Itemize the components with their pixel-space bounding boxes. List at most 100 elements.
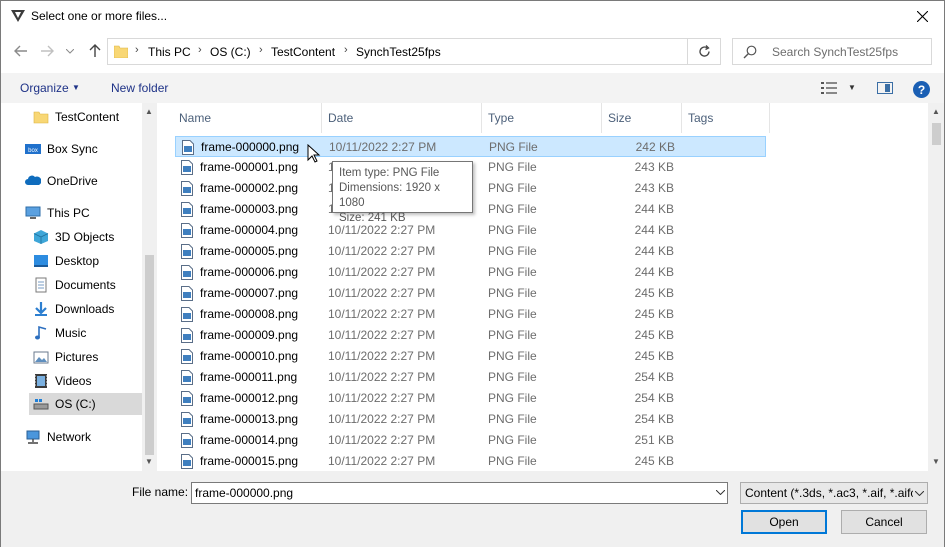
file-row[interactable]: frame-000004.png 10/11/2022 2:27 PM PNG Fi… — [175, 220, 766, 241]
column-header-type[interactable]: Type — [482, 103, 602, 133]
nav-item-label: Pictures — [55, 350, 99, 364]
file-row[interactable]: frame-000008.png 10/11/2022 2:27 PM PNG Fi… — [175, 304, 766, 325]
file-row[interactable]: frame-000006.png 10/11/2022 2:27 PM PNG Fi… — [175, 262, 766, 283]
address-bar[interactable]: › This PC › OS (C:) › TestContent › Sync… — [107, 38, 782, 65]
nav-item-3d-objects[interactable]: 3D Objects — [33, 226, 114, 248]
file-row[interactable]: frame-000007.png 10/11/2022 2:27 PM PNG Fi… — [175, 283, 766, 304]
box-icon: box — [25, 144, 41, 154]
file-row[interactable]: frame-000012.png 10/11/2022 2:27 PM PNG Fi… — [175, 388, 766, 409]
file-type: PNG File — [488, 349, 537, 363]
file-name-field[interactable] — [191, 482, 728, 504]
file-type-filter[interactable]: Content (*.3ds, *.ac3, *.aif, *.aifc — [740, 482, 928, 504]
nav-item-box-sync[interactable]: box Box Sync — [25, 138, 98, 160]
file-row[interactable]: frame-000015.png 10/11/2022 2:27 PM PNG Fi… — [175, 451, 766, 471]
view-options-icon[interactable] — [821, 81, 837, 95]
nav-item-label: Music — [55, 326, 87, 340]
file-type: PNG File — [488, 265, 537, 279]
nav-item-label: Downloads — [55, 302, 115, 316]
chevron-right-icon: › — [259, 44, 263, 56]
column-header-size[interactable]: Size — [602, 103, 682, 133]
up-button[interactable] — [85, 41, 105, 61]
file-row[interactable]: frame-000014.png 10/11/2022 2:27 PM PNG Fi… — [175, 430, 766, 451]
nav-item-label: TestContent — [55, 110, 120, 124]
file-name: frame-000011.png — [200, 370, 298, 384]
file-name: frame-000010.png — [200, 349, 299, 363]
file-name-input[interactable] — [195, 486, 700, 500]
cube-icon — [33, 230, 49, 244]
nav-item-os-c[interactable]: OS (C:) — [29, 393, 142, 415]
scroll-down-icon[interactable]: ▼ — [145, 457, 153, 466]
recent-locations-button[interactable] — [63, 41, 77, 61]
file-date: 10/11/2022 2:27 PM — [328, 391, 436, 405]
nav-item-downloads[interactable]: Downloads — [33, 298, 114, 320]
nav-item-music[interactable]: Music — [33, 322, 86, 344]
scroll-down-icon[interactable]: ▼ — [932, 457, 940, 466]
open-button[interactable]: Open — [741, 510, 827, 534]
file-date: 10/11/2022 2:27 PM — [329, 140, 437, 154]
breadcrumb-testcontent[interactable]: TestContent — [271, 45, 335, 59]
preview-pane-icon[interactable] — [877, 82, 893, 94]
nav-scrollbar[interactable]: ▲ ▼ — [142, 103, 157, 471]
organize-button[interactable]: Organize — [20, 81, 69, 95]
file-list: ⌃ Name Date Type Size Tags frame-000000.… — [163, 103, 928, 471]
chevron-right-icon: › — [135, 44, 139, 56]
file-row[interactable]: frame-000011.png 10/11/2022 2:27 PM PNG Fi… — [175, 367, 766, 388]
column-header-tags[interactable]: Tags — [682, 103, 770, 133]
png-file-icon — [181, 244, 193, 259]
png-file-icon — [181, 412, 193, 427]
nav-item-onedrive[interactable]: OneDrive — [25, 170, 98, 192]
scrollbar-thumb[interactable] — [145, 255, 154, 455]
scroll-up-icon[interactable]: ▲ — [932, 107, 940, 116]
view-dropdown-icon[interactable]: ▼ — [848, 83, 856, 92]
file-row[interactable]: frame-000010.png 10/11/2022 2:27 PM PNG Fi… — [175, 346, 766, 367]
back-button[interactable] — [11, 41, 31, 61]
nav-item-documents[interactable]: Documents — [33, 274, 116, 296]
file-name-label: File name: — [132, 485, 189, 499]
nav-item-this-pc[interactable]: This PC — [25, 202, 90, 224]
scroll-up-icon[interactable]: ▲ — [145, 107, 153, 116]
file-size: 254 KB — [634, 412, 674, 426]
file-row[interactable]: frame-000013.png 10/11/2022 2:27 PM PNG Fi… — [175, 409, 766, 430]
nav-item-network[interactable]: Network — [25, 426, 91, 448]
file-row[interactable]: frame-000009.png 10/11/2022 2:27 PM PNG Fi… — [175, 325, 766, 346]
breadcrumb-os-c[interactable]: OS (C:) — [210, 45, 251, 59]
new-folder-button[interactable]: New folder — [111, 81, 168, 95]
png-file-icon — [181, 391, 193, 406]
column-label: Type — [488, 111, 515, 125]
file-type: PNG File — [488, 328, 537, 342]
nav-item-videos[interactable]: Videos — [33, 370, 91, 392]
nav-item-testcontent[interactable]: TestContent — [33, 106, 119, 128]
nav-item-pictures[interactable]: Pictures — [33, 346, 98, 368]
refresh-button[interactable] — [687, 38, 721, 65]
nav-item-label: OneDrive — [47, 174, 98, 188]
column-header-name[interactable]: ⌃ Name — [173, 103, 322, 133]
download-icon — [35, 302, 47, 316]
forward-button[interactable] — [37, 41, 57, 61]
drive-icon — [33, 399, 49, 410]
file-type: PNG File — [488, 181, 537, 195]
file-size: 245 KB — [634, 349, 674, 363]
nav-item-desktop[interactable]: Desktop — [33, 250, 99, 272]
close-button[interactable] — [901, 1, 944, 32]
png-file-icon — [181, 181, 193, 196]
file-row[interactable]: frame-000005.png 10/11/2022 2:27 PM PNG Fi… — [175, 241, 766, 262]
nav-item-label: Documents — [55, 278, 116, 292]
file-type: PNG File — [488, 412, 537, 426]
column-header-date[interactable]: Date — [322, 103, 482, 133]
search-box[interactable]: Search SynchTest25fps — [732, 38, 932, 65]
file-size: 254 KB — [634, 370, 674, 384]
title-bar: Select one or more files... — [1, 1, 944, 32]
sort-ascending-icon: ⌃ — [253, 103, 260, 108]
column-label: Size — [608, 111, 632, 125]
file-list-scrollbar[interactable]: ▲ ▼ — [928, 103, 944, 471]
organize-dropdown-icon[interactable]: ▼ — [72, 83, 80, 92]
breadcrumb-synchtest25fps[interactable]: SynchTest25fps — [356, 45, 441, 59]
file-row[interactable]: frame-000000.png 10/11/2022 2:27 PM PNG Fi… — [175, 136, 766, 157]
file-name-dropdown-icon[interactable] — [715, 487, 726, 497]
dialog-footer: File name: Content (*.3ds, *.ac3, *.aif,… — [1, 471, 944, 547]
cancel-button[interactable]: Cancel — [841, 510, 927, 534]
breadcrumb-this-pc[interactable]: This PC — [148, 45, 191, 59]
scrollbar-thumb[interactable] — [932, 123, 941, 145]
help-icon[interactable]: ? — [913, 81, 930, 98]
window-title: Select one or more files... — [31, 9, 168, 23]
